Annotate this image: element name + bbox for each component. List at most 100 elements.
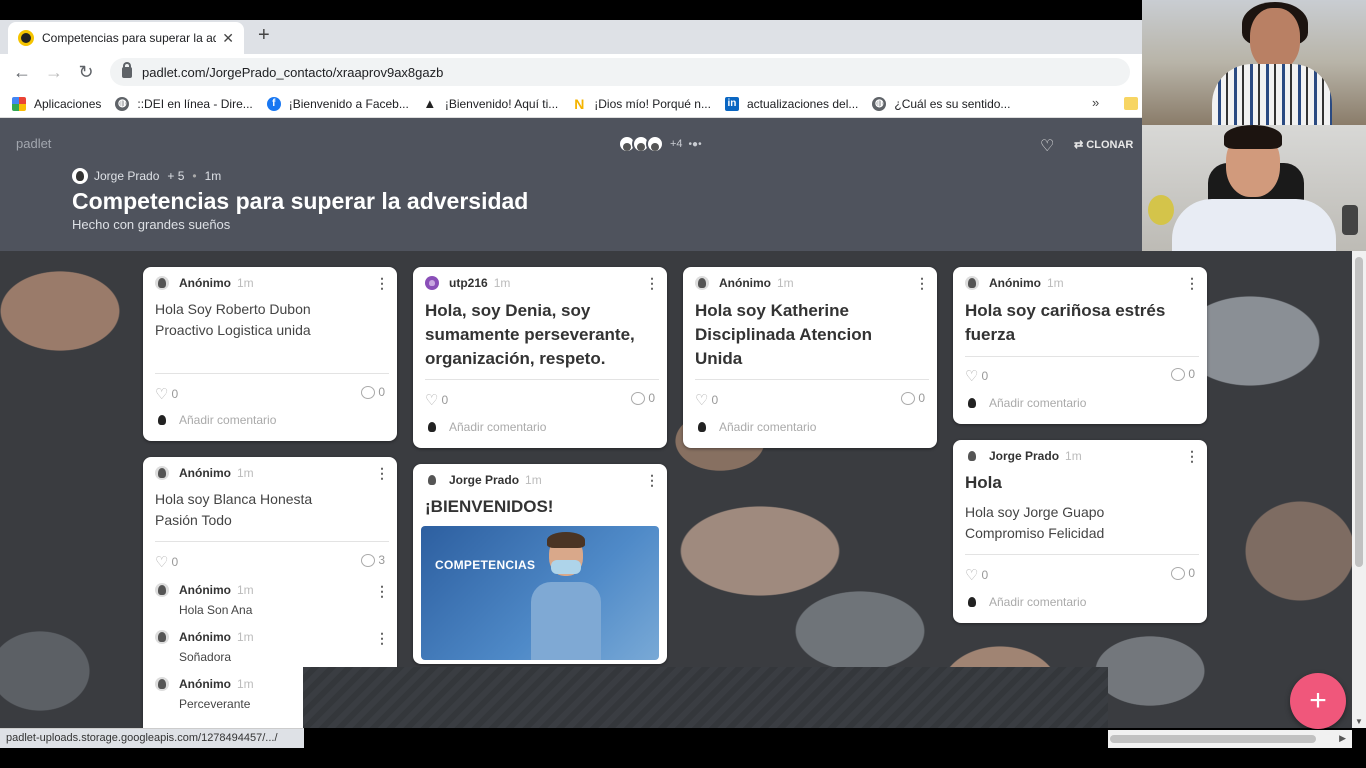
comment-button[interactable]: 0 (1171, 367, 1195, 381)
comment-count: 0 (918, 391, 925, 405)
like-count: 0 (981, 568, 989, 582)
bookmark-apps[interactable]: Aplicaciones (12, 96, 101, 111)
add-comment-label: Añadir comentario (989, 396, 1087, 410)
more-options-icon[interactable]: ⋮ (645, 472, 659, 489)
bookmark-aqui[interactable]: ▲ ¡Bienvenido! Aquí ti... (423, 96, 558, 111)
person-illustration (531, 532, 601, 660)
comment-button[interactable]: 0 (631, 391, 655, 405)
bookmark-facebook[interactable]: f ¡Bienvenido a Faceb... (266, 96, 409, 111)
like-heart-icon[interactable]: ♡ (1040, 136, 1054, 156)
post-card[interactable]: utp216 1m ⋮ Hola, soy Denia, soy sumamen… (413, 267, 667, 448)
close-tab-icon[interactable]: ✕ (222, 30, 234, 47)
post-title: ¡BIENVENIDOS! (425, 497, 554, 516)
more-options-icon[interactable]: ⋮ (1185, 448, 1199, 465)
comment-count: 0 (648, 391, 655, 405)
page-subtitle: Hecho con grandes sueños (72, 217, 231, 232)
like-button[interactable]: ♡ 0 (155, 553, 178, 571)
new-tab-icon[interactable]: + (258, 24, 270, 47)
author-extra: + 5 (167, 169, 185, 183)
comment-author: Anónimo (179, 583, 231, 597)
comment-text: Perceverante (179, 697, 251, 711)
post-title: Hola soy Katherine Disciplinada Atencion… (695, 301, 872, 368)
padlet-header: padlet +4 •●• ♡ ⇄ CLONAR Jorge Prado + 5… (0, 118, 1142, 251)
comment-time: 1m (237, 583, 254, 597)
browser-tab-active[interactable]: Competencias para superar la ad ✕ (8, 22, 244, 54)
comment-button[interactable]: 0 (361, 385, 385, 399)
padlet-favicon-icon (18, 30, 34, 46)
padlet-logo[interactable]: padlet (16, 136, 51, 151)
avatar (155, 583, 169, 597)
comment-more-icon[interactable]: ⋮ (375, 583, 389, 600)
like-button[interactable]: ♡ 0 (425, 391, 448, 409)
avatar (646, 135, 664, 153)
scrollbar-thumb[interactable] (1110, 735, 1316, 743)
bookmark-dios[interactable]: N ¡Dios mío! Porqué n... (572, 96, 711, 112)
horizontal-scrollbar[interactable]: ▶ (1108, 730, 1352, 748)
comment-item: Anónimo 1m (155, 583, 254, 597)
like-button[interactable]: ♡ 0 (155, 385, 178, 403)
comment-count: 3 (378, 553, 385, 567)
add-comment[interactable]: Añadir comentario (155, 413, 276, 427)
post-body: Hola soy Jorge Guapo Compromiso Felicida… (965, 504, 1105, 541)
add-comment[interactable]: Añadir comentario (425, 420, 546, 434)
triangle-logo-icon: ▲ (423, 96, 437, 111)
bookmark-sentido[interactable]: ◍ ¿Cuál es su sentido... (872, 96, 1010, 111)
clone-button[interactable]: ⇄ CLONAR (1074, 138, 1133, 151)
post-card[interactable]: Jorge Prado 1m ⋮ Hola Hola soy Jorge Gua… (953, 440, 1207, 623)
status-bar: padlet-uploads.storage.googleapis.com/12… (0, 728, 304, 748)
more-options-icon[interactable]: ⋮ (645, 275, 659, 292)
participant-video-2 (1142, 125, 1366, 251)
add-comment[interactable]: Añadir comentario (695, 420, 816, 434)
comment-button[interactable]: 3 (361, 553, 385, 567)
post-author: Jorge Prado (449, 473, 520, 487)
board-author: Jorge Prado + 5 • 1m (72, 168, 221, 184)
comment-button[interactable]: 0 (901, 391, 925, 405)
back-arrow-icon[interactable]: ← (6, 62, 38, 83)
divider (695, 379, 929, 380)
forward-arrow-icon[interactable]: → (38, 62, 70, 83)
comment-count: 0 (1188, 367, 1195, 381)
post-title: Hola soy cariñosa estrés fuerza (965, 301, 1166, 344)
post-card[interactable]: Anónimo 1m ⋮ Hola soy cariñosa estrés fu… (953, 267, 1207, 424)
post-time: 1m (1065, 449, 1082, 463)
bookmarks-overflow-icon[interactable]: » (1092, 95, 1099, 110)
more-options-icon[interactable]: ⋮ (375, 465, 389, 482)
divider (155, 541, 389, 542)
add-comment[interactable]: Añadir comentario (965, 595, 1086, 609)
comment-bubble-icon (901, 391, 916, 405)
post-author: utp216 (449, 276, 488, 290)
folder-icon[interactable] (1124, 97, 1138, 110)
scroll-right-icon[interactable]: ▶ (1339, 733, 1346, 744)
vertical-scrollbar[interactable]: ▼ (1352, 251, 1366, 728)
divider (965, 356, 1199, 357)
clone-label: CLONAR (1086, 139, 1134, 151)
more-options-icon[interactable]: ⋮ (375, 275, 389, 292)
add-comment-label: Añadir comentario (719, 420, 817, 434)
post-card[interactable]: Anónimo 1m ⋮ Hola Soy Roberto Dubon Proa… (143, 267, 397, 441)
add-post-button[interactable]: + (1290, 673, 1346, 729)
heart-icon: ♡ (695, 392, 709, 409)
comment-bubble-icon (1171, 566, 1186, 580)
like-button[interactable]: ♡ 0 (965, 367, 988, 385)
reload-icon[interactable]: ↻ (70, 62, 102, 83)
comment-time: 1m (237, 677, 254, 691)
like-button[interactable]: ♡ 0 (695, 391, 718, 409)
more-options-icon[interactable]: ⋮ (1185, 275, 1199, 292)
comment-more-icon[interactable]: ⋮ (375, 630, 389, 647)
heart-icon: ♡ (155, 554, 169, 571)
comment-bubble-icon (361, 553, 376, 567)
like-count: 0 (981, 369, 989, 383)
post-card[interactable]: Anónimo 1m ⋮ Hola soy Katherine Discipli… (683, 267, 937, 448)
like-button[interactable]: ♡ 0 (965, 566, 988, 584)
more-options-icon[interactable]: ⋮ (915, 275, 929, 292)
scroll-down-icon[interactable]: ▼ (1355, 717, 1363, 726)
add-comment[interactable]: Añadir comentario (965, 396, 1086, 410)
address-bar[interactable]: padlet.com/JorgePrado_contacto/xraaprov9… (110, 58, 1130, 86)
post-image[interactable]: COMPETENCIAS (421, 526, 659, 660)
comment-button[interactable]: 0 (1171, 566, 1195, 580)
bookmark-linkedin[interactable]: in actualizaciones del... (724, 96, 858, 111)
scrollbar-thumb[interactable] (1355, 257, 1363, 567)
bookmark-dei[interactable]: ◍::DEI en línea - Dire... (115, 96, 253, 111)
collaborators[interactable]: +4 •●• (618, 135, 702, 153)
post-card[interactable]: Jorge Prado 1m ⋮ ¡BIENVENIDOS! COMPETENC… (413, 464, 667, 664)
